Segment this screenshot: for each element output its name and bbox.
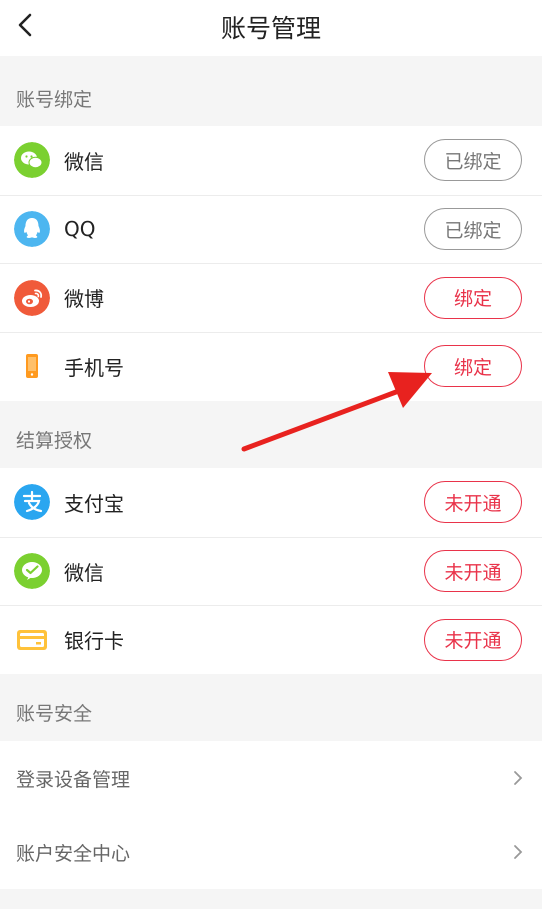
wechat-icon [14, 142, 50, 179]
security-row-center[interactable]: 账户安全中心 [0, 815, 542, 889]
security-label-devices: 登录设备管理 [16, 768, 131, 791]
bank-card-icon [17, 629, 47, 650]
binding-row-phone: 手机号 绑定 [0, 332, 542, 401]
settlement-label-alipay: 支付宝 [64, 491, 124, 516]
binding-row-weibo: 微博 绑定 [0, 263, 542, 332]
bind-button-phone[interactable]: 绑定 [424, 345, 522, 388]
settlement-list: 支付宝 未开通 微信 未开通 银行卡 未开通 [0, 468, 542, 675]
section-label-settlement: 结算授权 [16, 430, 93, 452]
activate-button-wechat[interactable]: 未开通 [424, 550, 522, 593]
settlement-row-alipay: 支付宝 未开通 [0, 468, 542, 537]
settlement-row-wechat: 微信 未开通 [0, 536, 542, 606]
section-label-security: 账号安全 [16, 703, 93, 725]
binding-label-wechat: 微信 [64, 149, 104, 174]
bound-button-wechat[interactable]: 已绑定 [424, 139, 522, 182]
weibo-icon [14, 279, 50, 316]
security-row-devices[interactable]: 登录设备管理 [0, 741, 542, 815]
settlement-row-bank-card: 银行卡 未开通 [0, 605, 542, 674]
security-label-center: 账户安全中心 [16, 842, 131, 865]
section-label-binding: 账号绑定 [16, 89, 93, 111]
security-list: 登录设备管理 账户安全中心 [0, 741, 542, 889]
settlement-label-bank-card: 银行卡 [64, 629, 124, 654]
activate-button-bank-card[interactable]: 未开通 [424, 618, 522, 661]
binding-label-qq: QQ [64, 217, 96, 242]
wechat-pay-icon [14, 553, 50, 590]
top-bar: 账号管理 [0, 0, 542, 56]
activate-button-alipay[interactable]: 未开通 [424, 481, 522, 524]
binding-label-phone: 手机号 [64, 355, 124, 380]
binding-row-qq: QQ 已绑定 [0, 194, 542, 264]
bound-button-qq[interactable]: 已绑定 [424, 208, 522, 251]
alipay-icon [14, 484, 50, 521]
settlement-label-wechat: 微信 [64, 560, 104, 585]
binding-row-wechat: 微信 已绑定 [0, 126, 542, 195]
chevron-right-icon [514, 845, 523, 859]
page-title: 账号管理 [220, 14, 321, 43]
binding-list: 微信 已绑定 QQ 已绑定 微博 绑定 手机号 绑定 [0, 126, 542, 401]
chevron-right-icon [514, 771, 523, 785]
qq-icon [14, 211, 50, 248]
binding-label-weibo: 微博 [64, 287, 104, 312]
bind-button-weibo[interactable]: 绑定 [424, 276, 522, 319]
phone-icon [26, 354, 38, 379]
